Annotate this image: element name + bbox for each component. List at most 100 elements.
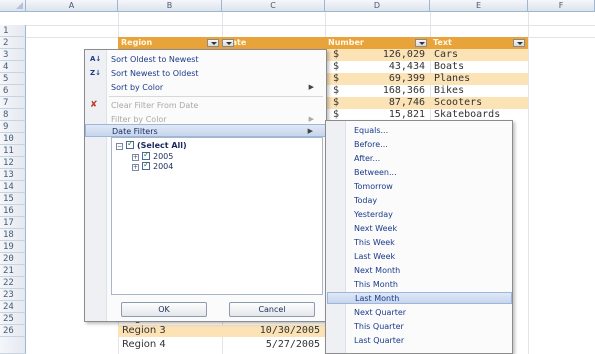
collapse-icon[interactable]: −	[116, 143, 123, 150]
row-header[interactable]: 21	[0, 265, 26, 277]
cell[interactable]: $	[333, 97, 339, 109]
submenu-item-next-quarter[interactable]: Next Quarter	[347, 307, 511, 319]
filter-dropdown-button[interactable]	[513, 39, 525, 47]
row-header[interactable]: 17	[0, 217, 26, 229]
year-label: 2004	[153, 162, 174, 171]
row-header[interactable]: 1	[0, 25, 26, 37]
column-header-b[interactable]: B	[118, 0, 222, 12]
column-header-d[interactable]: D	[325, 0, 430, 12]
year-label: 2005	[153, 152, 174, 161]
ok-button[interactable]: OK	[121, 302, 207, 317]
submenu-item-equals[interactable]: Equals...	[347, 125, 511, 137]
gridline	[26, 25, 595, 26]
cell[interactable]: 69,399	[355, 73, 425, 85]
cell[interactable]: $	[333, 61, 339, 73]
sort-oldest-item[interactable]: A↓ Sort Oldest to Newest	[85, 53, 326, 66]
row-header[interactable]: 19	[0, 241, 26, 253]
header-date[interactable]: Date	[222, 37, 325, 49]
row-header[interactable]: 15	[0, 193, 26, 205]
header-number[interactable]: Number	[325, 37, 430, 49]
row-header[interactable]: 5	[0, 73, 26, 85]
cell[interactable]: 5/27/2005	[226, 339, 320, 351]
submenu-item-last-month[interactable]: Last Month	[327, 292, 512, 304]
cancel-button[interactable]: Cancel	[229, 302, 315, 317]
row-header[interactable]: 8	[0, 109, 26, 121]
cell[interactable]: Region 3	[122, 325, 166, 337]
row-header[interactable]: 23	[0, 289, 26, 301]
cell[interactable]: 126,029	[355, 49, 425, 61]
row-header[interactable]: 24	[0, 301, 26, 313]
cell[interactable]: Scooters	[434, 97, 482, 109]
cell[interactable]: 43,434	[355, 61, 425, 73]
row-header[interactable]: 18	[0, 229, 26, 241]
cell[interactable]: 87,746	[355, 97, 425, 109]
row-header[interactable]: 25	[0, 313, 26, 325]
filter-dropdown-button[interactable]	[207, 39, 219, 47]
submenu-item-last-quarter[interactable]: Last Quarter	[347, 335, 511, 347]
row-header[interactable]: 11	[0, 145, 26, 157]
submenu-item-between[interactable]: Between...	[347, 167, 511, 179]
cell[interactable]: 10/30/2005	[226, 325, 320, 337]
filter-dropdown-button[interactable]	[415, 39, 427, 47]
column-header-f[interactable]: F	[528, 0, 595, 12]
sort-oldest-label: Sort Oldest to Newest	[111, 55, 199, 64]
filter-dropdown-button[interactable]	[222, 39, 234, 47]
row-header[interactable]: 20	[0, 253, 26, 265]
expand-icon[interactable]: +	[132, 164, 139, 171]
row-header[interactable]: 2	[0, 37, 26, 49]
column-header-a[interactable]: A	[26, 0, 118, 12]
row-header[interactable]: 3	[0, 49, 26, 61]
gridline	[528, 12, 529, 354]
submenu-item-yesterday[interactable]: Yesterday	[347, 209, 511, 221]
submenu-item-this-week[interactable]: This Week	[347, 237, 511, 249]
row-header[interactable]: 10	[0, 133, 26, 145]
cell[interactable]: 168,366	[355, 85, 425, 97]
checkbox-checked[interactable]	[142, 150, 150, 160]
header-text[interactable]: Text	[430, 37, 528, 49]
submenu-arrow-icon: ▶	[308, 83, 314, 91]
cell[interactable]: $	[333, 85, 339, 97]
row-header[interactable]: 9	[0, 121, 26, 133]
sort-newest-item[interactable]: Z↓ Sort Newest to Oldest	[85, 67, 326, 80]
column-header-c[interactable]: C	[222, 0, 325, 12]
cell[interactable]: Bikes	[434, 85, 464, 97]
tree-node-select-all[interactable]: − (Select All)	[116, 139, 187, 151]
expand-icon[interactable]: +	[132, 154, 139, 161]
submenu-item-tomorrow[interactable]: Tomorrow	[347, 181, 511, 193]
row-header[interactable]: 14	[0, 181, 26, 193]
sort-newest-label: Sort Newest to Oldest	[111, 69, 199, 78]
submenu-item-today[interactable]: Today	[347, 195, 511, 207]
row-header[interactable]: 12	[0, 157, 26, 169]
column-header-e[interactable]: E	[430, 0, 528, 12]
tree-node-2005[interactable]: +2005	[132, 150, 174, 162]
row-header[interactable]: 4	[0, 61, 26, 73]
submenu-item-next-week[interactable]: Next Week	[347, 223, 511, 235]
row-header[interactable]: 7	[0, 97, 26, 109]
submenu-item-last-week[interactable]: Last Week	[347, 251, 511, 263]
cell[interactable]: Cars	[434, 49, 458, 61]
cell[interactable]: $	[333, 73, 339, 85]
row-header[interactable]: 13	[0, 169, 26, 181]
date-filters-item[interactable]: Date Filters ▶	[85, 124, 326, 137]
row-header[interactable]	[0, 337, 26, 354]
sort-by-color-item[interactable]: Sort by Color ▶	[85, 81, 326, 94]
cell[interactable]: Region 4	[122, 339, 166, 351]
checkbox-checked[interactable]	[142, 160, 150, 170]
submenu-item-this-month[interactable]: This Month	[347, 279, 511, 291]
tree-node-2004[interactable]: +2004	[132, 160, 174, 172]
header-region[interactable]: Region	[118, 37, 222, 49]
submenu-item-before[interactable]: Before...	[347, 139, 511, 151]
row-header[interactable]: 6	[0, 85, 26, 97]
submenu-item-next-month[interactable]: Next Month	[347, 265, 511, 277]
submenu-item-this-quarter[interactable]: This Quarter	[347, 321, 511, 333]
cell[interactable]: Planes	[434, 73, 470, 85]
cell[interactable]: Boats	[434, 61, 464, 73]
checkbox-checked[interactable]	[126, 139, 134, 149]
sheet-corner[interactable]	[0, 0, 26, 12]
cell[interactable]: $	[333, 49, 339, 61]
row-header[interactable]: 26	[0, 325, 26, 337]
row-header[interactable]: 16	[0, 205, 26, 217]
menu-separator	[109, 96, 323, 97]
submenu-item-after[interactable]: After...	[347, 153, 511, 165]
row-header[interactable]: 22	[0, 277, 26, 289]
